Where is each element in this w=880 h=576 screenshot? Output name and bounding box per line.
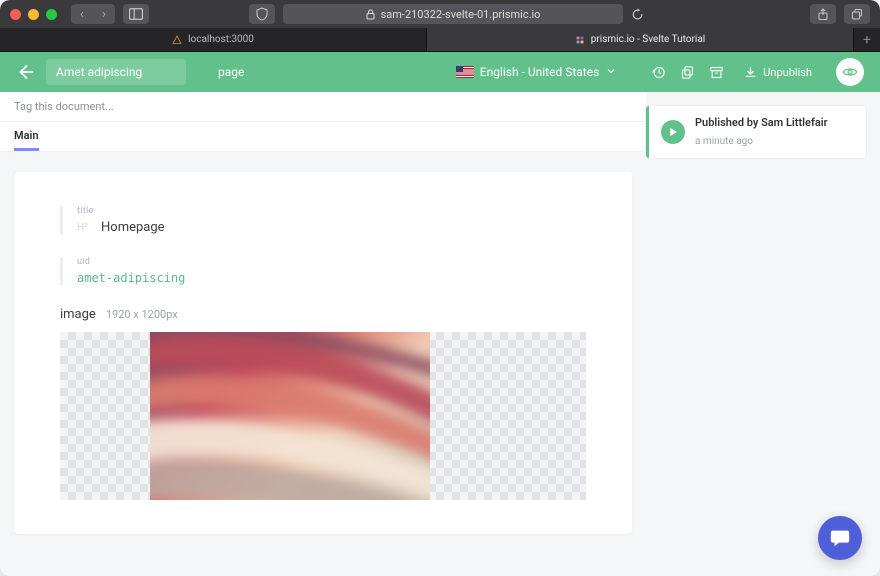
editor-tabs: Main [0, 122, 646, 152]
document-type-label: page [218, 65, 244, 79]
tab-main[interactable]: Main [14, 129, 39, 151]
download-icon [744, 66, 757, 79]
browser-tab-1[interactable]: prismic.io - Svelte Tutorial [427, 28, 854, 51]
field-uid[interactable]: uid amet-adipiscing [60, 257, 586, 285]
field-uid-label: uid [77, 257, 586, 267]
image-preview[interactable] [60, 332, 586, 500]
browser-url-text: sam-210322-svelte-01.prismic.io [381, 8, 541, 21]
window-minimize-button[interactable] [28, 9, 39, 20]
browser-tabstrip: localhost:3000 prismic.io - Svelte Tutor… [0, 28, 880, 52]
field-image-label: image [60, 307, 96, 322]
field-image[interactable]: image 1920 x 1200px [60, 307, 586, 500]
browser-urlbar[interactable]: sam-210322-svelte-01.prismic.io [283, 4, 623, 24]
browser-new-tab-button[interactable]: + [854, 28, 880, 51]
copy-icon[interactable] [680, 65, 695, 80]
window-zoom-button[interactable] [46, 9, 57, 20]
play-icon [661, 120, 685, 144]
chat-icon [829, 527, 851, 549]
browser-reload-button[interactable] [627, 4, 647, 24]
browser-forward-button[interactable]: › [93, 4, 115, 24]
browser-sidebar-button[interactable] [123, 4, 149, 24]
warning-icon [172, 35, 182, 45]
flag-us-icon [456, 66, 474, 78]
field-title-value: Homepage [101, 220, 165, 235]
chevron-down-icon [605, 65, 617, 80]
history-icon[interactable] [651, 65, 666, 80]
published-by-text: Published by Sam Littlefair [695, 116, 828, 129]
published-when-text: a minute ago [695, 136, 753, 147]
tags-input[interactable]: Tag this document... [0, 92, 646, 122]
app-toolbar: Amet adipiscing page English - United St… [0, 52, 880, 92]
browser-tabs-button[interactable] [844, 4, 870, 24]
field-title[interactable]: title H² Homepage [60, 206, 586, 235]
field-title-label: title [77, 206, 586, 216]
privacy-shield-button[interactable] [249, 4, 275, 24]
prismic-favicon [575, 35, 585, 45]
browser-tab-1-label: prismic.io - Svelte Tutorial [591, 34, 705, 45]
publish-status-card[interactable]: Published by Sam Littlefair a minute ago [646, 106, 866, 158]
preview-button[interactable] [836, 58, 864, 86]
language-selector[interactable]: English - United States [456, 65, 618, 80]
browser-back-button[interactable]: ‹ [71, 4, 93, 24]
eye-icon [842, 64, 858, 80]
unpublish-button[interactable]: Unpublish [744, 66, 812, 79]
browser-tab-0[interactable]: localhost:3000 [0, 28, 427, 51]
back-button[interactable] [16, 63, 34, 81]
browser-tab-0-label: localhost:3000 [188, 34, 254, 45]
chat-widget-button[interactable] [818, 516, 862, 560]
document-title-input[interactable]: Amet adipiscing [46, 59, 186, 85]
window-close-button[interactable] [10, 9, 21, 20]
heading-icon: H² [77, 222, 91, 233]
editor-card: title H² Homepage uid amet-adipiscing [14, 172, 632, 534]
browser-share-button[interactable] [810, 4, 836, 24]
field-uid-value: amet-adipiscing [77, 271, 586, 285]
field-image-dimensions: 1920 x 1200px [106, 308, 178, 321]
archive-icon[interactable] [709, 65, 724, 80]
browser-titlebar: ‹ › sam-210322-svelte-01.prismic.io [0, 0, 880, 28]
